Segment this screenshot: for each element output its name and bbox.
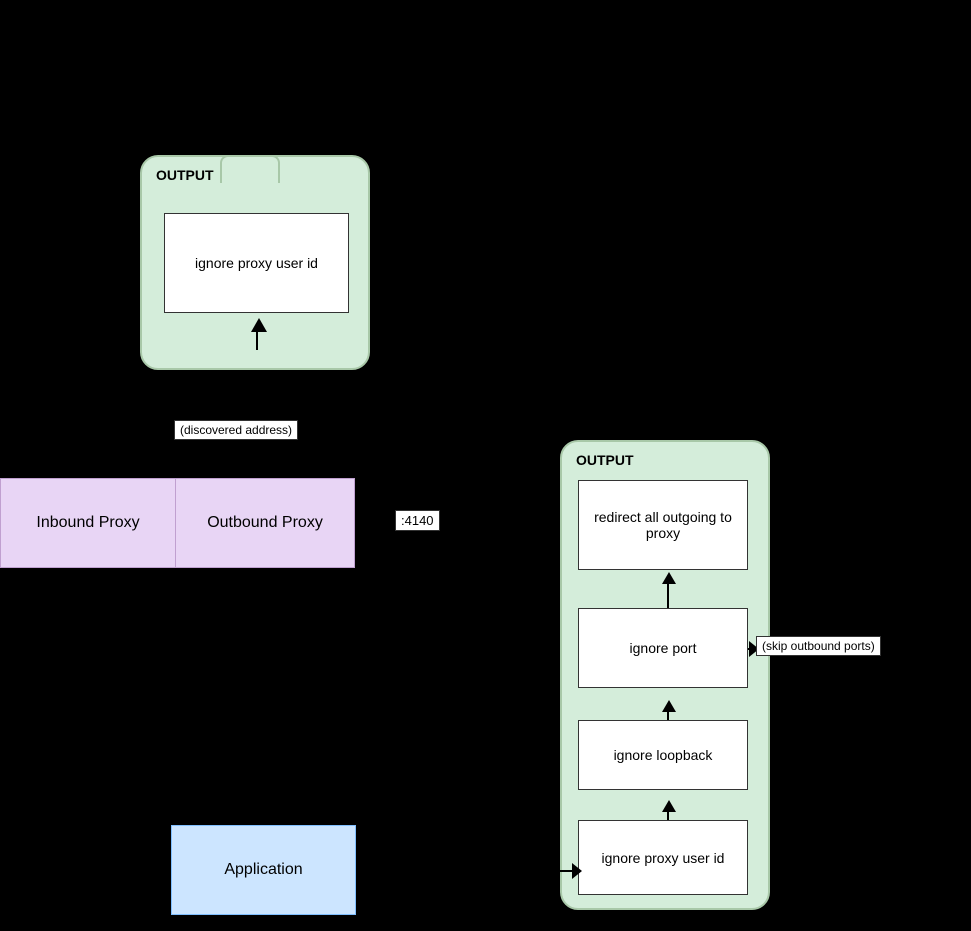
ignore-loopback-box: ignore loopback bbox=[578, 720, 748, 790]
diagram-container: OUTPUT ignore proxy user id (discovered … bbox=[0, 0, 971, 931]
application-box: Application bbox=[171, 825, 356, 915]
output-label-right: OUTPUT bbox=[572, 450, 638, 470]
discovered-address-label: (discovered address) bbox=[174, 420, 298, 440]
proxy-box: Inbound Proxy Outbound Proxy bbox=[0, 478, 355, 568]
skip-outbound-ports-label: (skip outbound ports) bbox=[756, 636, 881, 656]
arrow-stem-r3 bbox=[667, 812, 669, 820]
ignore-proxy-userid-box-top: ignore proxy user id bbox=[164, 213, 349, 313]
arrow-up-r1 bbox=[662, 572, 676, 584]
ignore-port-box: ignore port bbox=[578, 608, 748, 688]
arrow-stem-r2 bbox=[667, 712, 669, 720]
arrow-up-r2 bbox=[662, 700, 676, 712]
port-label: :4140 bbox=[395, 510, 440, 531]
arrow-to-output-right bbox=[440, 521, 560, 523]
arrow-up-topleft bbox=[251, 318, 267, 332]
arrow-head-app-to-box4 bbox=[572, 863, 582, 879]
ignore-proxy-userid-box-bottom: ignore proxy user id bbox=[578, 820, 748, 895]
outbound-proxy-section: Outbound Proxy bbox=[176, 479, 354, 567]
redirect-all-outgoing-box: redirect all outgoing to proxy bbox=[578, 480, 748, 570]
output-tab-topleft bbox=[220, 155, 280, 183]
arrow-app-to-box4 bbox=[356, 870, 576, 872]
inbound-proxy-section: Inbound Proxy bbox=[1, 479, 176, 567]
output-label-topleft: OUTPUT bbox=[152, 165, 218, 185]
arrow-stem-topleft bbox=[256, 332, 258, 350]
arrow-stem-r1 bbox=[667, 584, 669, 608]
arrow-up-r3 bbox=[662, 800, 676, 812]
